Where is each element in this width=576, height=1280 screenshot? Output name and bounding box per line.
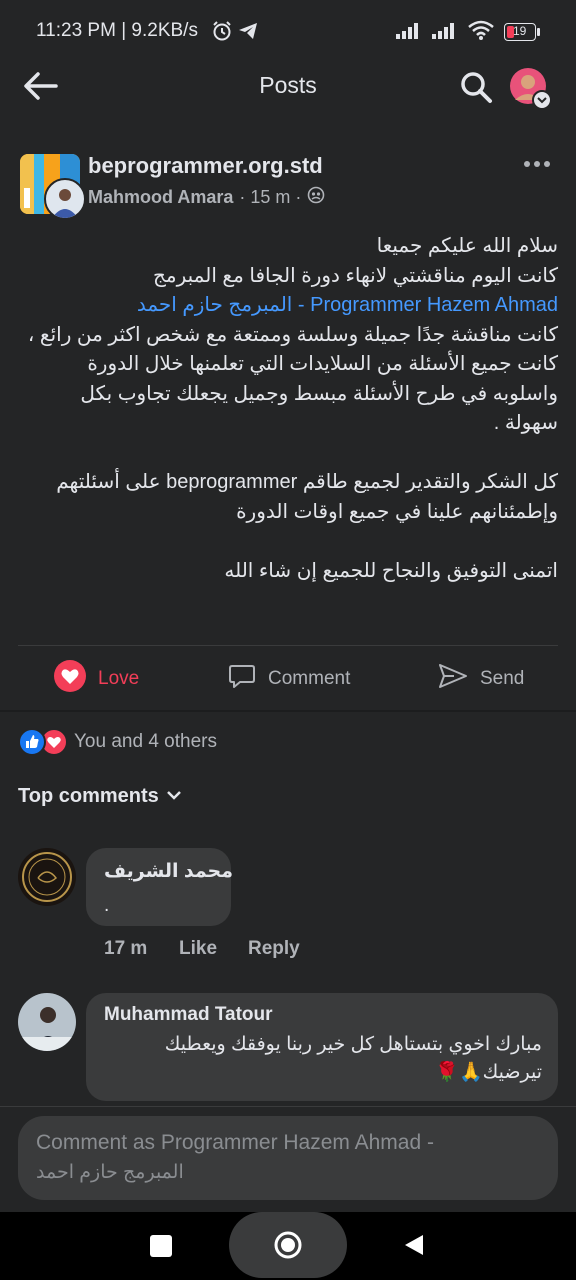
top-comments-sort[interactable]: Top comments <box>18 785 183 808</box>
comment-author[interactable]: Muhammad Tatour <box>104 1004 273 1026</box>
post-line: سهولة . <box>493 412 558 434</box>
post-line: واسلوبه في طرح الأسئلة مبسط وجميل يجعلك … <box>80 382 558 405</box>
commenter-avatar[interactable] <box>18 848 76 906</box>
post-time: · 15 m · <box>239 187 302 207</box>
send-label: Send <box>480 668 525 689</box>
post-line: كل الشكر والتقدير لجميع طاقم beprogramme… <box>56 471 558 493</box>
telegram-icon <box>237 21 259 46</box>
post-line: كانت مناقشة جدًا جميلة وسلسة وممتعة مع ش… <box>27 323 558 346</box>
comment-author[interactable]: محمد الشريف <box>104 860 233 883</box>
wifi-icon <box>468 20 494 45</box>
post-line: كانت اليوم مناقشتي لانهاء دورة الجافا مع… <box>152 264 558 287</box>
battery-icon: 19 <box>504 23 540 41</box>
divider <box>18 645 558 646</box>
signal-icon <box>396 21 422 44</box>
page-name[interactable]: beprogrammer.org.std <box>88 153 323 179</box>
post-text: سلام الله عليكم جميعا كانت اليوم مناقشتي… <box>20 232 558 586</box>
home-button[interactable] <box>273 1230 303 1265</box>
status-icons: 19 <box>396 20 540 44</box>
love-icon <box>54 660 86 698</box>
placeholder-line: Comment as Programmer Hazem Ahmad - <box>36 1131 434 1154</box>
post-line: سلام الله عليكم جميعا <box>376 235 558 257</box>
post-line: اتمنى التوفيق والنجاح للجميع إن شاء الله <box>224 559 558 582</box>
post-line: كانت جميع الأسئلة من السلايدات التي تعلم… <box>87 353 558 375</box>
reactions-text: You and 4 others <box>74 731 217 752</box>
comment-text: . <box>104 895 110 916</box>
reply-button[interactable]: Reply <box>248 938 300 960</box>
chevron-down-icon <box>532 90 552 110</box>
send-icon <box>438 662 468 696</box>
search-icon[interactable] <box>458 69 494 110</box>
comment-label: Comment <box>268 668 351 689</box>
chevron-down-icon <box>165 785 183 808</box>
comment-icon <box>228 662 256 696</box>
comment-line: تيرضيك🙏🌹 <box>435 1062 542 1083</box>
comment-placeholder[interactable]: Comment as Programmer Hazem Ahmad - المب… <box>36 1128 434 1188</box>
like-icon <box>18 728 46 756</box>
comment-text: مبارك اخوي بتستاهل كل خير ربنا يوفقك ويع… <box>104 1031 542 1087</box>
more-options-icon[interactable] <box>522 154 552 179</box>
alarm-icon <box>211 20 233 47</box>
top-comments-label: Top comments <box>18 785 159 807</box>
battery-level: 19 <box>513 24 527 38</box>
author-avatar[interactable] <box>44 178 86 220</box>
post-line: وإطمئنانهم علينا في جميع اوقات الدورة <box>236 500 558 523</box>
audience-icon <box>307 186 325 209</box>
recents-button[interactable] <box>150 1235 172 1257</box>
signal-icon <box>432 21 458 44</box>
send-button[interactable]: Send <box>438 660 524 698</box>
love-button[interactable]: Love <box>54 660 139 698</box>
love-label: Love <box>98 668 140 689</box>
like-button[interactable]: Like <box>179 938 217 960</box>
post-meta: Mahmood Amara · 15 m · <box>88 186 325 209</box>
profile-avatar[interactable] <box>510 68 552 110</box>
commenter-avatar[interactable] <box>18 993 76 1051</box>
comment-line: مبارك اخوي بتستاهل كل خير ربنا يوفقك ويع… <box>164 1034 542 1055</box>
back-button[interactable] <box>403 1233 425 1262</box>
comment-button[interactable]: Comment <box>228 660 350 698</box>
reactions-summary[interactable]: You and 4 others <box>18 728 217 756</box>
comment-time: 17 m <box>104 938 148 959</box>
section-separator <box>0 710 576 712</box>
mention-link[interactable]: Programmer Hazem Ahmad - المبرمج حازم اح… <box>20 291 558 321</box>
author-name[interactable]: Mahmood Amara <box>88 187 233 208</box>
status-time: 11:23 PM | 9.2KB/s <box>36 20 198 41</box>
placeholder-line: المبرمج حازم احمد <box>36 1162 184 1183</box>
